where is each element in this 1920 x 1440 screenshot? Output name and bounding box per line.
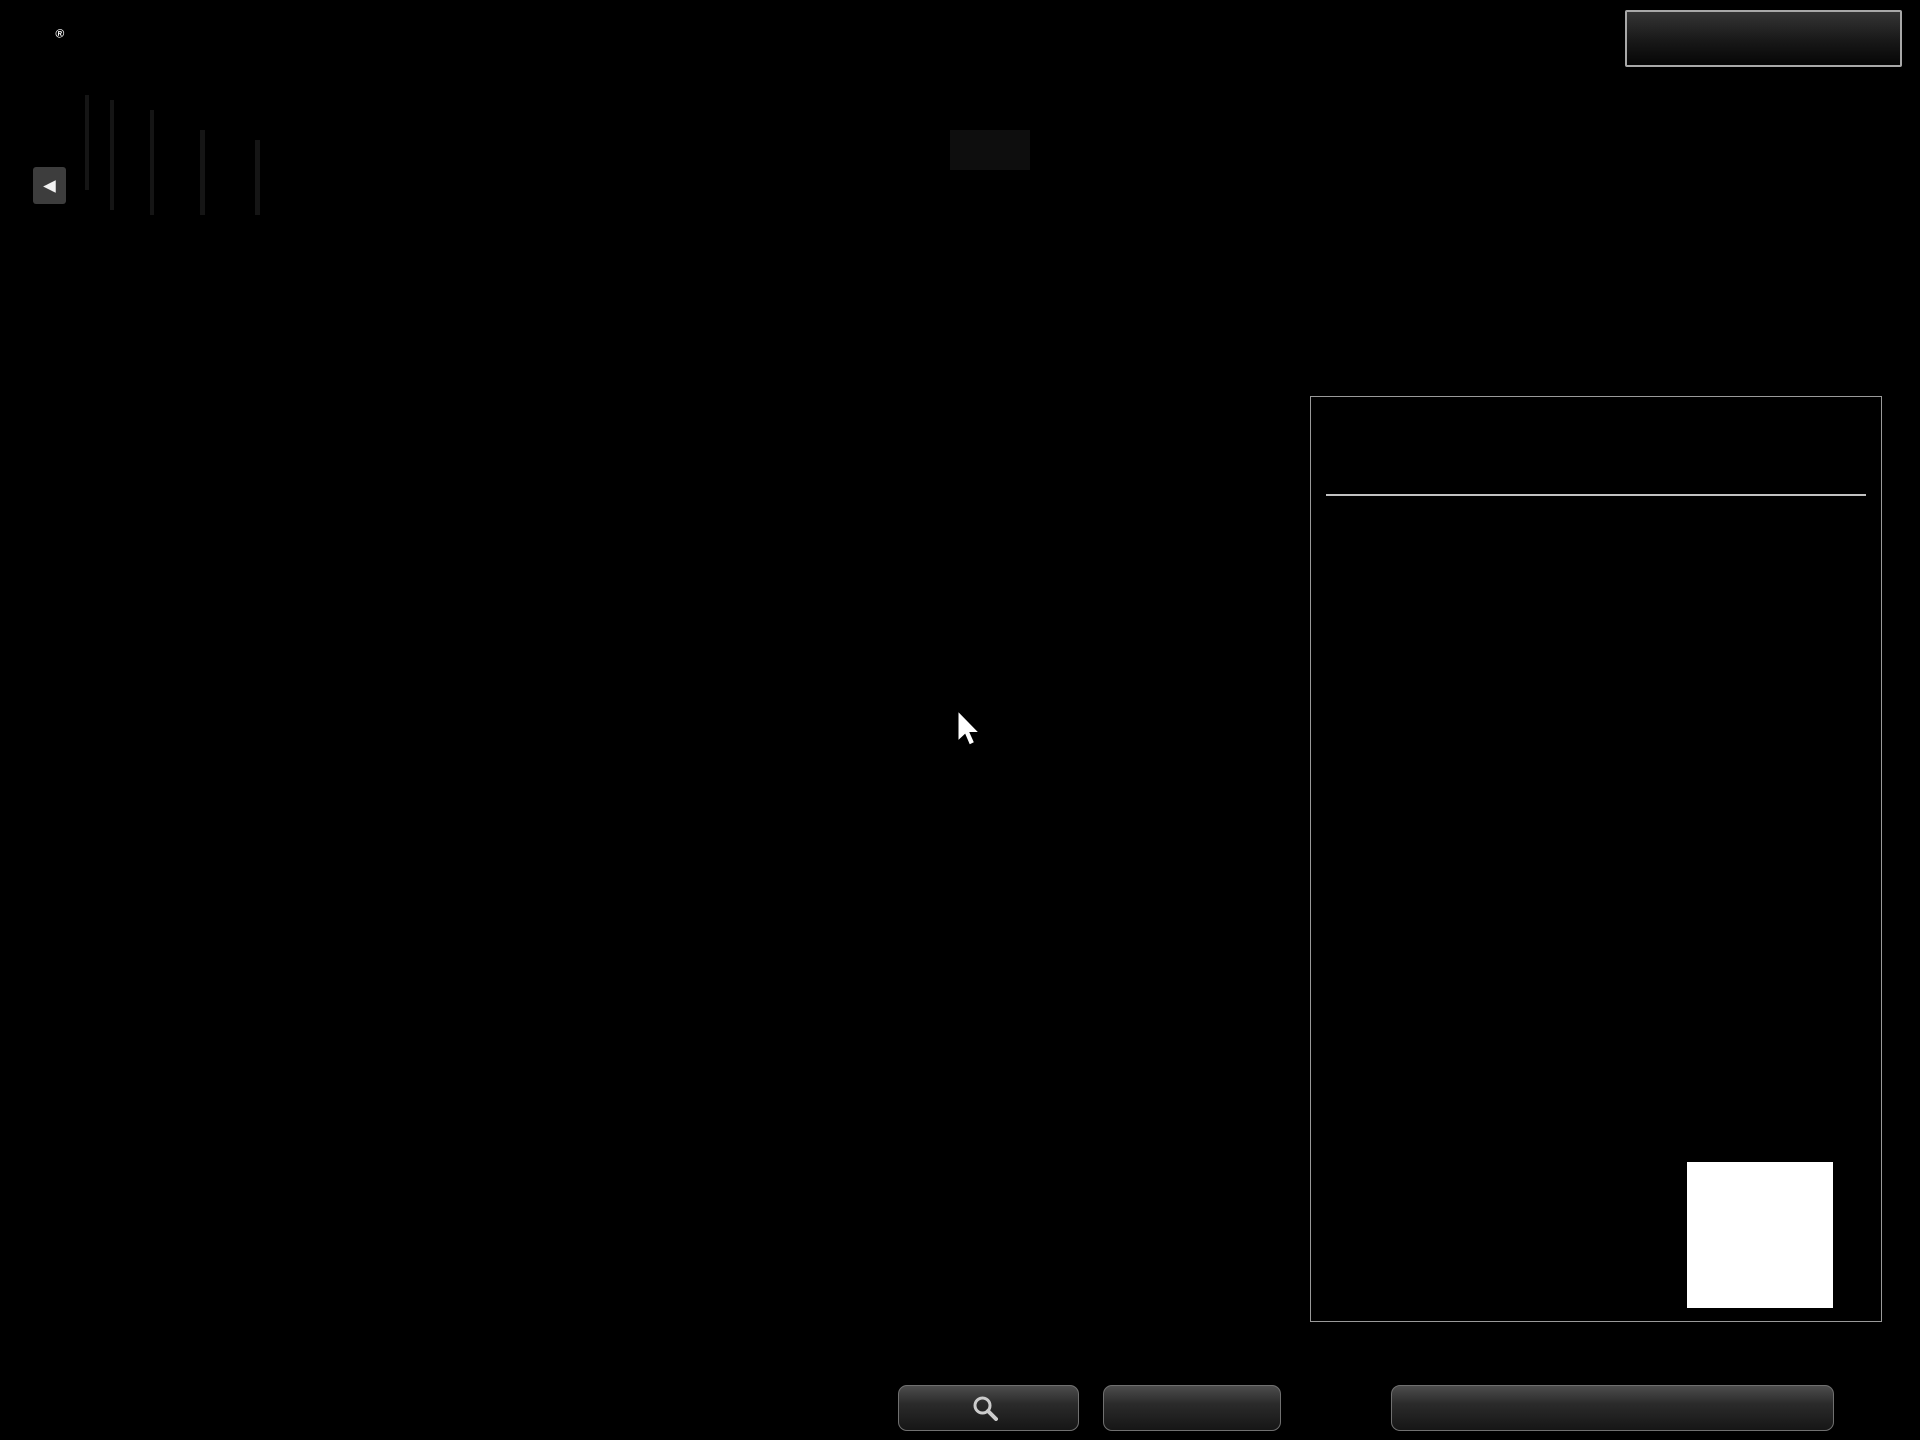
search-button[interactable] (898, 1385, 1079, 1431)
divider (1326, 494, 1866, 496)
registered-mark: ® (55, 26, 65, 40)
asrock-logo: ® (53, 14, 65, 64)
search-icon (972, 1395, 998, 1421)
nav-tabs (52, 96, 1882, 152)
chevron-left-icon: ◀ (43, 173, 56, 197)
language-button[interactable] (1103, 1385, 1281, 1431)
datetime-display (1391, 1385, 1834, 1431)
mouse-cursor (957, 710, 985, 750)
easy-mode-button[interactable] (1625, 10, 1902, 67)
qr-code (1687, 1162, 1833, 1308)
description-panel (1310, 396, 1882, 1322)
back-button[interactable]: ◀ (33, 167, 66, 204)
